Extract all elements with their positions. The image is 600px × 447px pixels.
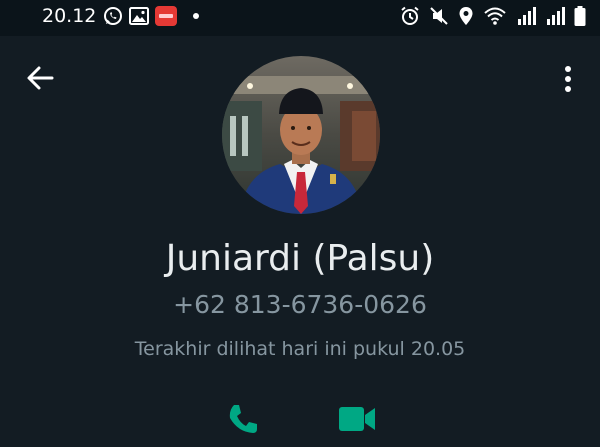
mute-icon bbox=[430, 7, 448, 25]
status-left-icons bbox=[103, 6, 199, 26]
status-bar: 20.12 bbox=[0, 0, 600, 36]
gallery-icon bbox=[129, 7, 149, 25]
battery-icon bbox=[574, 6, 586, 26]
alarm-icon bbox=[401, 6, 419, 25]
whatsapp-icon bbox=[104, 7, 122, 25]
last-seen-status: Terakhir dilihat hari ini pukul 20.05 bbox=[134, 338, 466, 360]
status-right-icons bbox=[400, 6, 586, 26]
wifi-icon bbox=[484, 7, 506, 25]
more-vertical-icon[interactable] bbox=[556, 64, 580, 94]
dot-icon bbox=[193, 13, 199, 19]
contact-name: Juniardi (Palsu) bbox=[165, 238, 435, 279]
location-icon bbox=[459, 7, 473, 25]
arrow-left-icon[interactable] bbox=[26, 64, 54, 92]
signal-icon-2 bbox=[547, 7, 565, 25]
contact-phone: +62 813-6736-0626 bbox=[173, 290, 427, 319]
avatar[interactable] bbox=[222, 56, 380, 214]
phone-icon[interactable] bbox=[226, 402, 260, 436]
video-call-icon[interactable] bbox=[338, 404, 376, 434]
profile-photo bbox=[222, 56, 380, 214]
app-notification-icon bbox=[155, 6, 177, 26]
signal-icon bbox=[518, 7, 536, 25]
status-time: 20.12 bbox=[42, 5, 97, 27]
